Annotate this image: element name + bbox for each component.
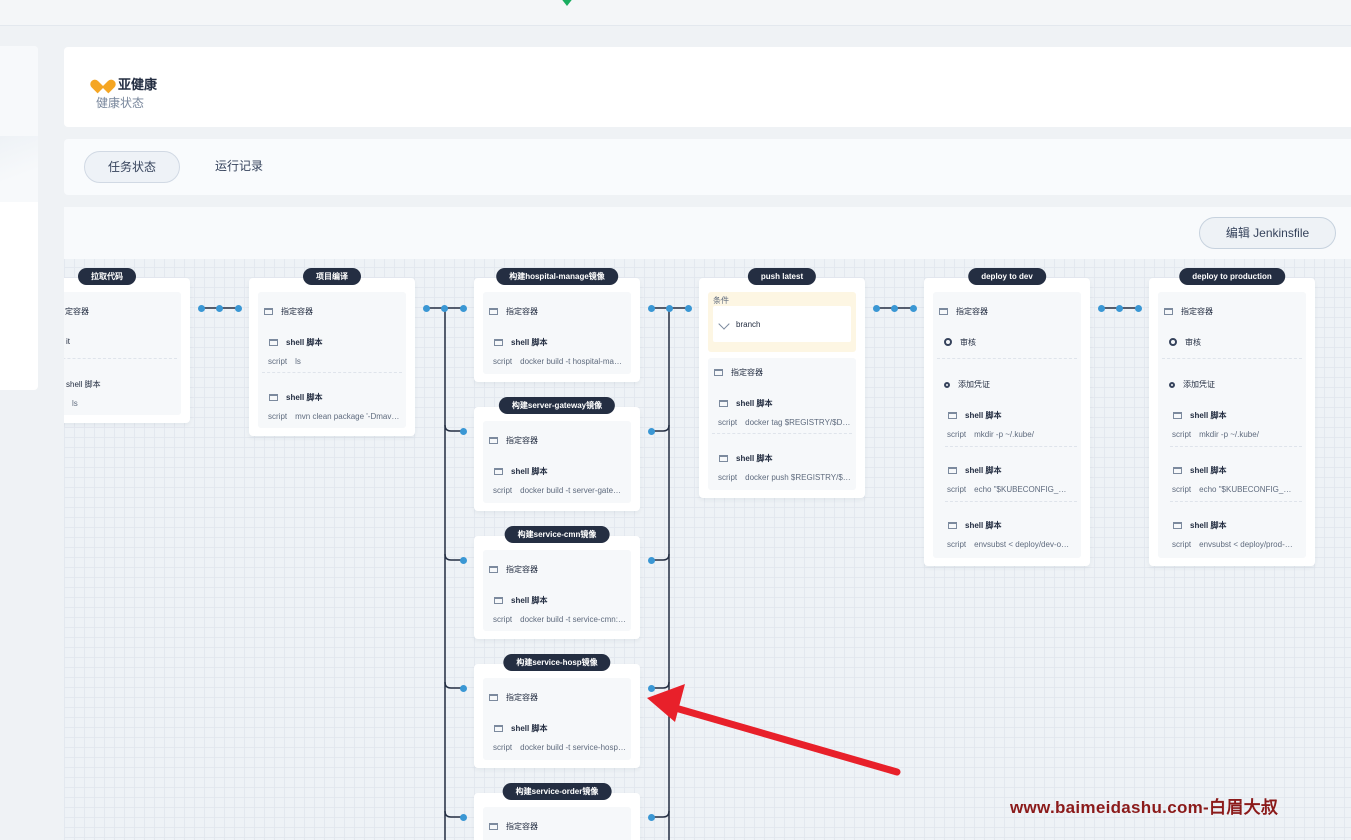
annotation-arrow-icon xyxy=(647,684,901,776)
watermark: www.baimeidashu.com-白眉大叔 xyxy=(1010,798,1279,817)
